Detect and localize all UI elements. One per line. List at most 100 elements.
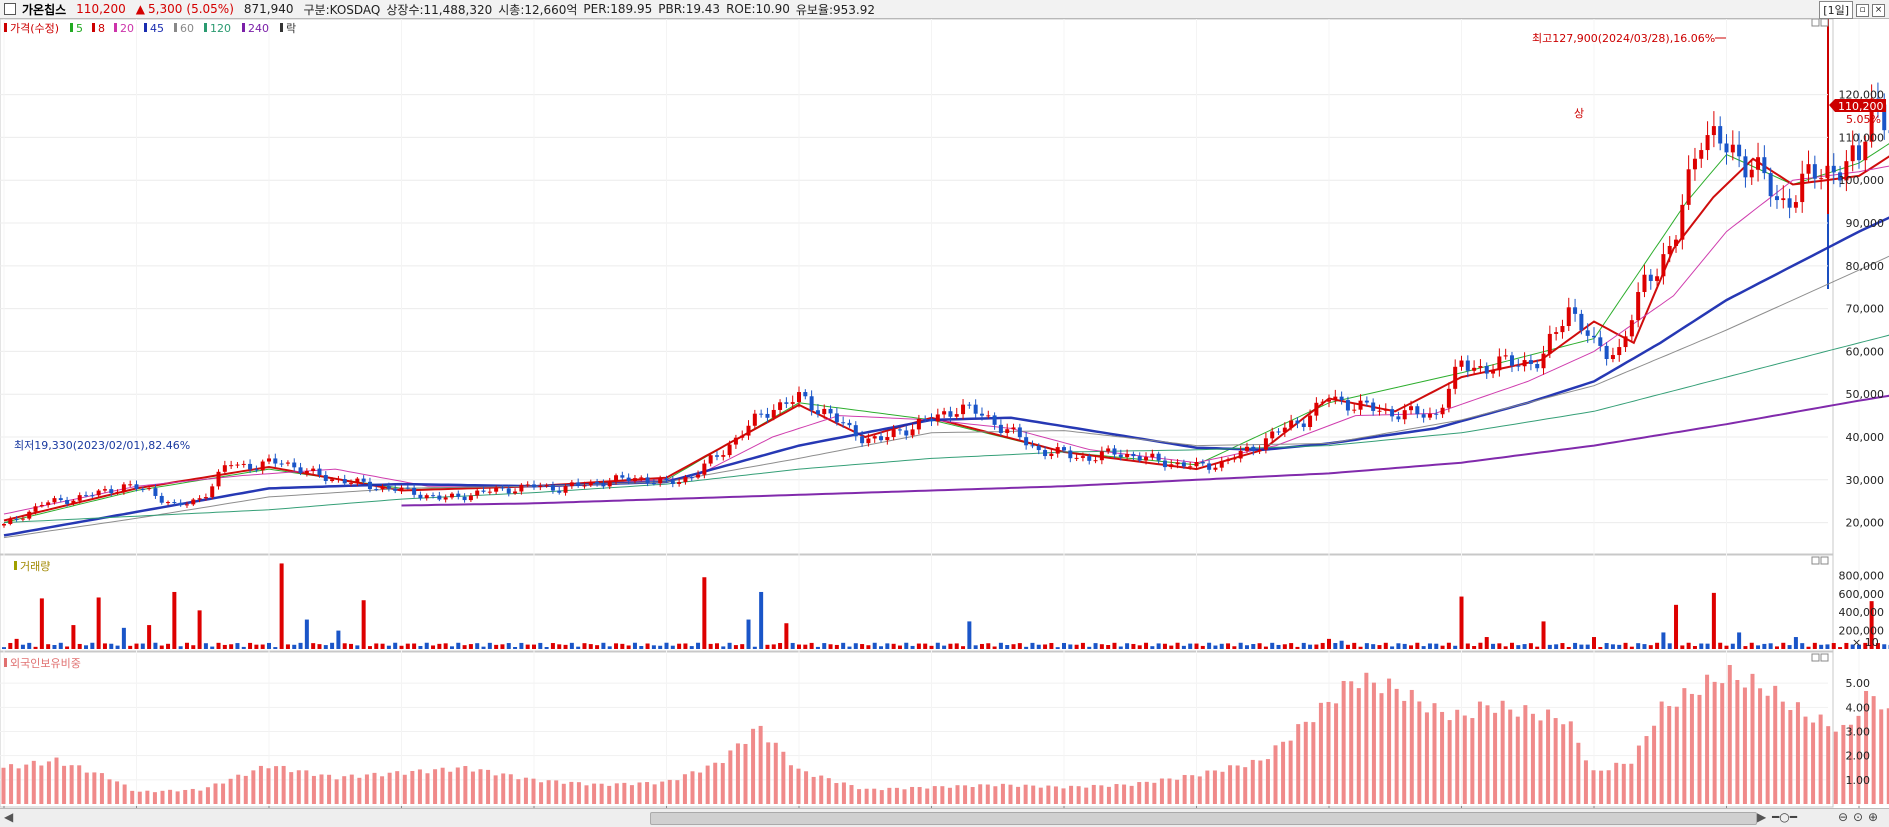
foreign-ratio-bar — [1433, 703, 1437, 804]
volume-panel-close-icon[interactable] — [1821, 557, 1828, 564]
legend-ma-swatch — [174, 23, 177, 32]
zoom-slider-icon[interactable]: ━○━ — [1772, 810, 1797, 824]
volume-bar — [299, 643, 303, 649]
volume-bar — [923, 644, 927, 649]
volume-bar — [400, 646, 404, 649]
foreign-ratio-bar — [978, 784, 982, 804]
volume-bar — [1542, 621, 1546, 649]
candle-body — [1075, 458, 1079, 459]
volume-bar — [52, 645, 56, 649]
volume-bar — [1144, 643, 1148, 649]
volume-bar — [1157, 643, 1161, 649]
volume-bar — [1264, 647, 1268, 649]
foreign-ratio-bar — [804, 771, 808, 804]
panel-minimize-icon[interactable] — [1812, 19, 1819, 26]
volume-bar — [1043, 644, 1047, 649]
volume-bar — [589, 644, 593, 649]
select-checkbox[interactable] — [4, 3, 16, 15]
candle-body — [1819, 178, 1823, 179]
candle-body — [1725, 143, 1729, 152]
candle-body — [90, 495, 94, 496]
volume-bar — [374, 643, 378, 649]
foreign-ratio-bar — [1175, 780, 1179, 804]
candle-body — [1409, 406, 1413, 410]
foreign-ratio-bar — [1251, 760, 1255, 804]
candle-body — [784, 402, 788, 404]
candle-body — [475, 491, 479, 496]
zoom-in-icon[interactable]: ⊕ — [1868, 810, 1878, 824]
candle-body — [1384, 409, 1388, 411]
scroll-right-icon[interactable]: ▶ — [1757, 810, 1766, 824]
scroll-left-icon[interactable]: ◀ — [4, 810, 13, 824]
volume-bar — [759, 592, 763, 649]
volume-bar — [286, 644, 290, 649]
volume-bar — [1030, 643, 1034, 649]
foreign-ratio-bar — [1508, 710, 1512, 804]
candle-body — [671, 480, 675, 484]
volume-bar — [1825, 644, 1829, 649]
candle-body — [747, 426, 751, 436]
foreign-ratio-bar — [956, 785, 960, 804]
foreign-ratio-bar — [373, 773, 377, 804]
legend-price: 가격(수정) — [10, 22, 59, 35]
foreign-ratio-bar — [963, 785, 967, 804]
foreign-panel-close-icon[interactable] — [1821, 654, 1828, 661]
foreign-ratio-bar — [827, 778, 831, 804]
volume-bar — [1188, 644, 1192, 649]
volume-bar — [917, 644, 921, 649]
volume-bar — [1396, 643, 1400, 649]
candle-body — [1188, 466, 1192, 467]
candle-body — [1415, 406, 1419, 414]
candle-body — [84, 495, 88, 496]
foreign-ratio-bar — [115, 781, 119, 804]
zoom-reset-icon[interactable]: ⊙ — [1853, 810, 1863, 824]
foreign-ratio-bar — [191, 789, 195, 804]
volume-bar — [71, 625, 75, 649]
foreign-ratio-bar — [918, 787, 922, 804]
foreign-ratio-bar — [1349, 681, 1353, 804]
candle-body — [646, 477, 650, 483]
foreign-ratio-bar — [441, 768, 445, 804]
volume-bar — [1579, 645, 1583, 649]
minimize-icon[interactable]: ▫ — [1856, 4, 1869, 17]
foreign-ratio-bar — [206, 787, 210, 804]
candle-body — [696, 475, 700, 478]
close-icon[interactable]: × — [1872, 4, 1885, 17]
volume-bar — [1554, 644, 1558, 649]
panel-close-icon[interactable] — [1821, 19, 1828, 26]
candle-body — [242, 464, 246, 465]
price-tick-label: 70,000 — [1846, 303, 1885, 316]
foreign-ratio-bar — [721, 763, 725, 804]
foreign-ratio-bar — [1168, 778, 1172, 804]
volume-bar — [1630, 647, 1634, 649]
foreign-panel-minimize-icon[interactable] — [1812, 654, 1819, 661]
period-selector[interactable]: [1일] — [1819, 1, 1853, 19]
horizontal-scrollbar[interactable]: ◀ ▶ ━○━ ⊖ ⊙ ⊕ — [0, 808, 1889, 827]
foreign-ratio-bar — [1402, 701, 1406, 804]
candle-body — [412, 488, 416, 495]
candle-body — [1112, 448, 1116, 454]
legend-ma-label: 20 — [120, 22, 134, 35]
foreign-ratio-bar — [1296, 724, 1300, 804]
foreign-ratio-bar — [1334, 703, 1338, 804]
volume-bar — [27, 643, 31, 649]
foreign-ratio-bar — [872, 789, 876, 804]
foreign-ratio-bar — [24, 765, 28, 804]
candle-body — [829, 409, 833, 414]
candle-body — [1800, 174, 1804, 202]
volume-bar — [198, 610, 202, 649]
candle-body — [993, 415, 997, 424]
volume-bar — [999, 643, 1003, 649]
volume-panel-minimize-icon[interactable] — [1812, 557, 1819, 564]
scroll-thumb[interactable] — [650, 812, 1757, 825]
candle-body — [1491, 370, 1495, 373]
volume-bar — [1226, 643, 1230, 649]
candle-body — [103, 489, 107, 490]
candle-body — [1012, 427, 1016, 429]
candle-body — [1649, 275, 1653, 281]
stock-name[interactable]: 가온칩스 — [22, 1, 66, 18]
candle-body — [34, 506, 38, 512]
volume-bar — [248, 643, 252, 649]
stock-chart[interactable]: 가격(수정) 58204560120240락 20,00030,00040,00… — [0, 19, 1889, 808]
zoom-out-icon[interactable]: ⊖ — [1838, 810, 1848, 824]
